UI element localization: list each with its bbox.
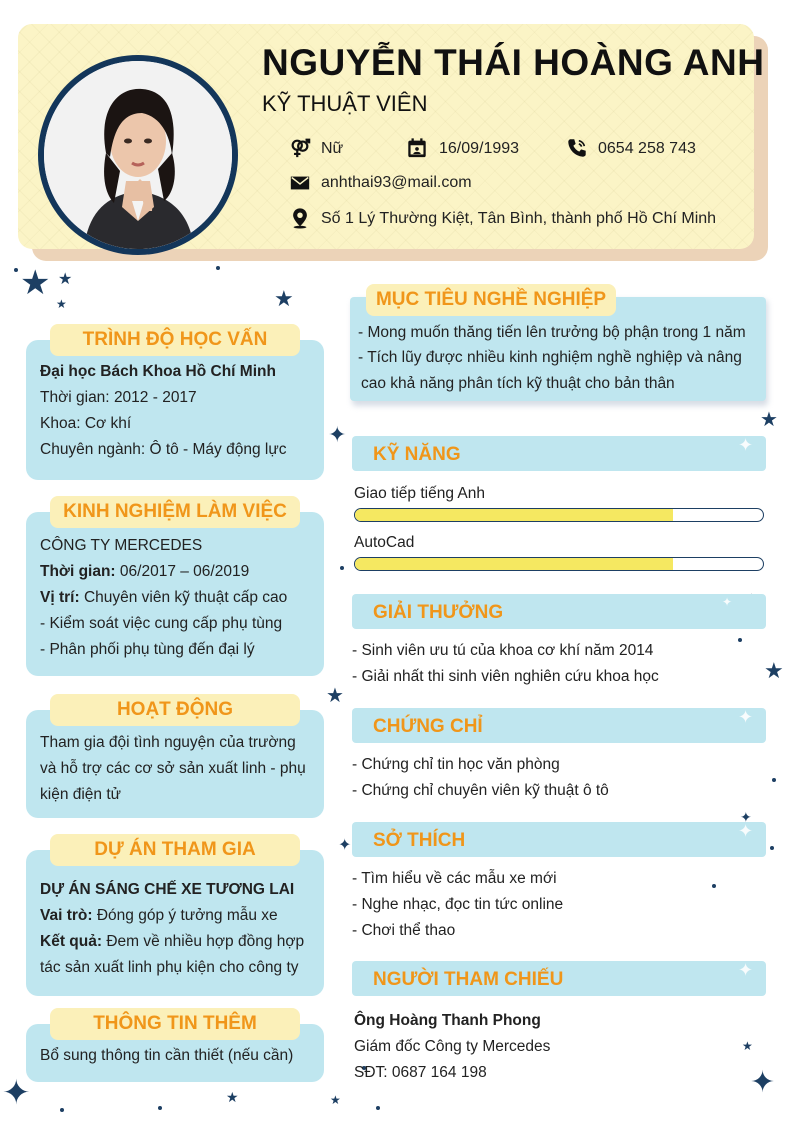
reference-position: Giám đốc Công ty Mercedes <box>354 1038 551 1055</box>
goal-line: cao khả năng phân tích kỹ thuật cho bản … <box>361 375 675 392</box>
experience-position: Vị trí: Chuyên viên kỹ thuật cấp cao <box>40 585 287 611</box>
email-value: anhthai93@mail.com <box>321 174 472 191</box>
project-name: DỰ ÁN SÁNG CHẾ XE TƯƠNG LAI <box>40 881 295 898</box>
avatar <box>44 61 232 249</box>
phone-icon <box>566 137 588 164</box>
hobby-item: - Tìm hiểu về các mẫu xe mới <box>352 870 557 887</box>
extra-title: THÔNG TIN THÊM <box>50 1008 300 1040</box>
sparkle-icon: ✦ <box>738 960 754 980</box>
address-value: Số 1 Lý Thường Kiệt, Tân Bình, thành phố… <box>321 210 717 227</box>
label: Thời gian: <box>40 563 116 580</box>
label: Vai trò: <box>40 907 93 924</box>
goal-line: - Mong muốn thăng tiến lên trưởng bộ phậ… <box>358 324 746 341</box>
experience-company: CÔNG TY MERCEDES <box>40 537 203 554</box>
value: 06/2017 – 06/2019 <box>119 563 250 580</box>
value: 2012 - 2017 <box>113 389 197 406</box>
candidate-name: NGUYỄN THÁI HOÀNG ANH <box>262 42 765 83</box>
sparkle-icon: ✦ <box>738 821 754 841</box>
phone-value: 0654 258 743 <box>598 140 696 157</box>
star-icon: ★ <box>58 271 73 288</box>
project-role: Vai trò: Đóng góp ý tưởng mẫu xe <box>40 903 278 929</box>
job-title: KỸ THUẬT VIÊN <box>262 91 428 116</box>
awards-title: GIẢI THƯỞNG <box>373 602 504 623</box>
project-result: Kết quả: Đem về nhiều hợp đồng hợp <box>40 929 304 955</box>
reference-phone: SĐT: 0687 164 198 <box>354 1064 487 1081</box>
education-time: Thời gian: 2012 - 2017 <box>40 385 197 411</box>
award-item: - Giải nhất thi sinh viên nghiên cứu kho… <box>352 668 659 685</box>
sparkle-icon: ✦ <box>738 435 754 455</box>
projects-title: DỰ ÁN THAM GIA <box>50 834 300 866</box>
project-result-continued: tác sản xuất linh phụ kiện cho công ty <box>40 959 299 976</box>
reference-title: NGƯỜI THAM CHIẾU <box>373 969 564 990</box>
experience-duty: - Phân phối phụ tùng đến đại lý <box>40 641 255 658</box>
skill-label: Giao tiếp tiếng Anh <box>354 485 485 502</box>
skill-bar-fill <box>355 558 674 570</box>
sparkle-icon: ✦ <box>738 707 754 727</box>
activities-title: HOẠT ĐỘNG <box>50 694 300 726</box>
activities-line: kiện điện tử <box>40 786 122 803</box>
experience-title: KINH NGHIỆM LÀM VIỆC <box>50 496 300 528</box>
value: Cơ khí <box>84 415 132 432</box>
gender-icon <box>289 137 311 164</box>
mail-icon <box>289 172 311 199</box>
star-icon: ★ <box>742 1039 753 1053</box>
label: Chuyên ngành: <box>40 441 146 458</box>
label: Khoa: <box>40 415 81 432</box>
label: Kết quả: <box>40 933 102 950</box>
education-faculty: Khoa: Cơ khí <box>40 411 131 437</box>
skills-title: KỸ NĂNG <box>373 444 461 465</box>
star-icon: ★ <box>56 297 67 311</box>
skill-bar <box>354 508 764 522</box>
experience-duty: - Kiểm soát việc cung cấp phụ tùng <box>40 615 283 632</box>
birthday-value: 16/09/1993 <box>439 140 520 157</box>
value: Đem về nhiều hợp đồng hợp <box>106 933 305 950</box>
sparkle-icon: ✦ <box>722 595 733 609</box>
education-major: Chuyên ngành: Ô tô - Máy động lực <box>40 437 286 463</box>
skill-bar-fill <box>355 509 674 521</box>
goal-line: - Tích lũy được nhiều kinh nghiệm nghề n… <box>358 349 742 366</box>
certificate-item: - Chứng chỉ chuyên viên kỹ thuật ô tô <box>352 782 609 799</box>
star-icon: ✦ <box>750 1066 776 1099</box>
education-title: TRÌNH ĐỘ HỌC VẤN <box>50 324 300 356</box>
location-icon <box>289 207 311 234</box>
skill-label: AutoCad <box>354 534 415 551</box>
hobby-item: - Nghe nhạc, đọc tin tức online <box>352 896 564 913</box>
gender-value: Nữ <box>321 140 344 157</box>
value: Đóng góp ý tưởng mẫu xe <box>96 907 278 924</box>
award-item: - Sinh viên ưu tú của khoa cơ khí năm 20… <box>352 642 654 659</box>
star-icon: ★ <box>330 1093 341 1107</box>
education-school: Đại học Bách Khoa Hồ Chí Minh <box>40 363 276 380</box>
star-icon: ✦ <box>338 837 352 854</box>
activities-line: và hỗ trợ các cơ sở sản xuất linh - phụ <box>40 760 306 777</box>
star-icon: ✦ <box>328 422 347 447</box>
portrait-image <box>44 61 232 249</box>
hobbies-title: SỞ THÍCH <box>373 830 466 851</box>
star-icon: ★ <box>764 658 784 683</box>
value: Ô tô - Máy động lực <box>149 441 287 458</box>
star-icon: ★ <box>274 286 294 311</box>
skill-bar <box>354 557 764 571</box>
goal-title: MỤC TIÊU NGHỀ NGHIỆP <box>366 284 616 316</box>
star-icon: ★ <box>760 409 778 431</box>
certificates-title: CHỨNG CHỈ <box>373 716 483 737</box>
label: Vị trí: <box>40 589 80 606</box>
star-icon: ★ <box>226 1089 239 1105</box>
experience-time: Thời gian: 06/2017 – 06/2019 <box>40 559 249 585</box>
star-icon: ★ <box>20 264 51 302</box>
reference-name: Ông Hoàng Thanh Phong <box>354 1012 541 1029</box>
activities-line: Tham gia đội tình nguyện của trường <box>40 734 296 751</box>
star-icon: ✦ <box>2 1074 31 1112</box>
certificate-item: - Chứng chỉ tin học văn phòng <box>352 756 560 773</box>
hobby-item: - Chơi thể thao <box>352 922 456 939</box>
extra-line: Bổ sung thông tin cần thiết (nếu cần) <box>40 1047 294 1064</box>
calendar-icon <box>406 137 428 164</box>
label: Thời gian: <box>40 389 110 406</box>
value: Chuyên viên kỹ thuật cấp cao <box>83 589 288 606</box>
star-icon: ★ <box>326 685 344 707</box>
